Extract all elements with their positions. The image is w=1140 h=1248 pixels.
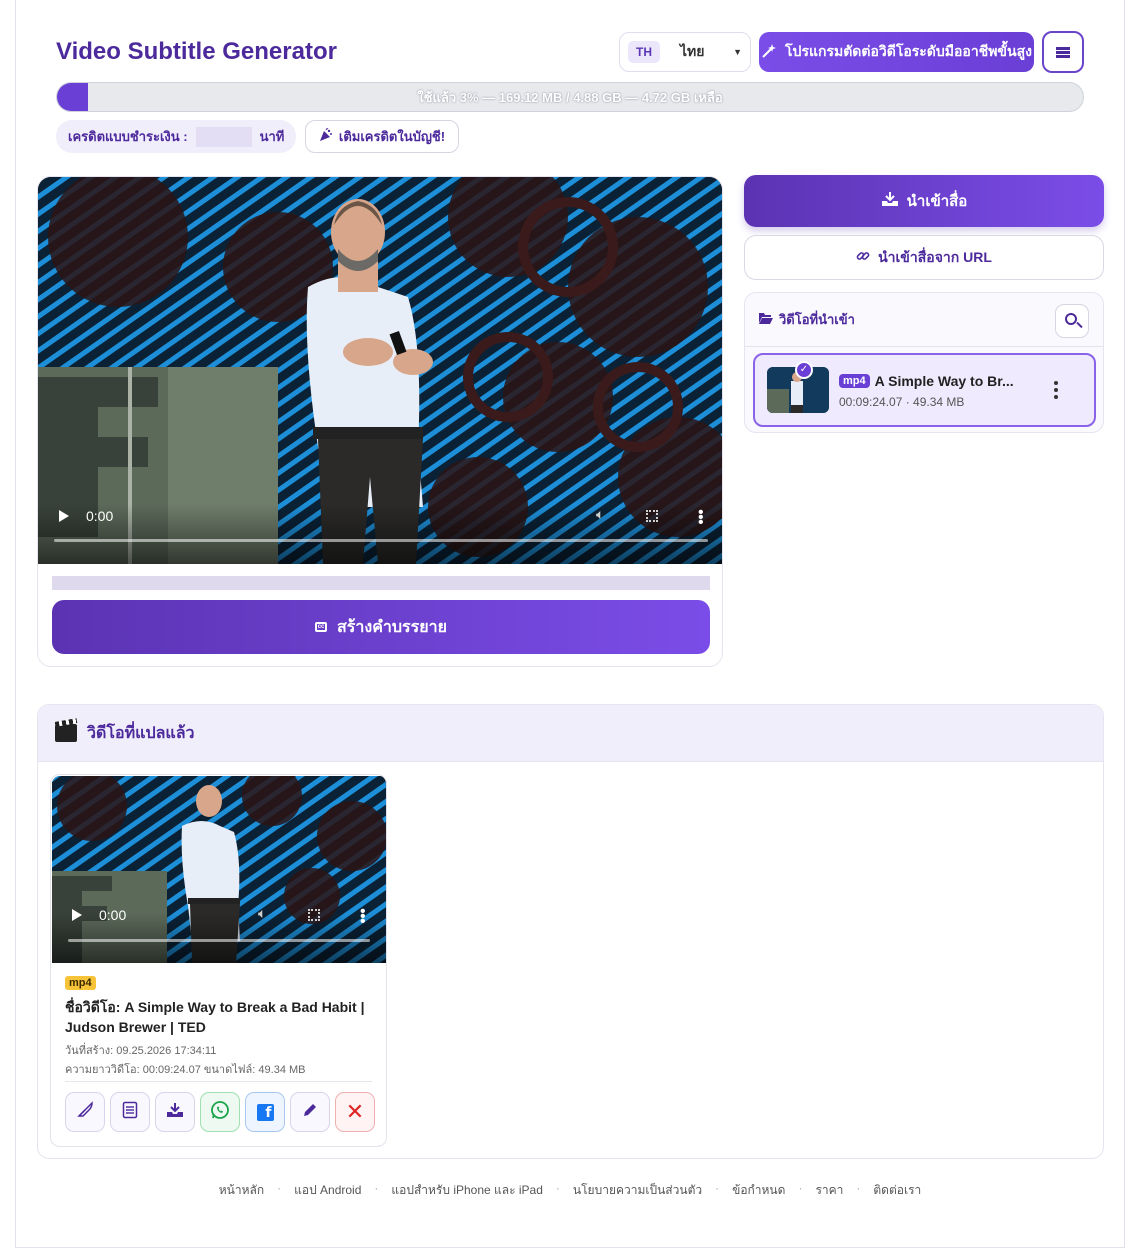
download-button[interactable] [155, 1092, 195, 1132]
video-controls [38, 504, 722, 564]
imported-video-meta: 00:09:24.07 · 49.34 MB [839, 395, 965, 409]
language-code: TH [628, 41, 660, 63]
whatsapp-icon [210, 1100, 230, 1125]
footer-link[interactable]: แอปสำหรับ iPhone และ iPad [391, 1181, 543, 1200]
imported-videos-title: วิดีโอที่นำเข้า [779, 312, 855, 327]
footer-link[interactable]: ราคา [815, 1181, 843, 1200]
fullscreen-icon[interactable] [646, 510, 658, 522]
party-popper-icon [319, 128, 333, 145]
seek-bar[interactable] [54, 539, 708, 542]
document-icon [122, 1101, 138, 1124]
translated-video-card: 0:00 🔈︎ • • • mp4 ชื่อวิดีโอ: A Simple Way… [50, 774, 387, 1147]
translated-videos-title: วิดีโอที่แปลแล้ว [87, 724, 195, 742]
imported-video-item[interactable]: ✓ mp4 A Simple Way to Br... 00:09:24.07 … [753, 353, 1096, 427]
language-select[interactable]: TH ไทย ▼ [619, 32, 751, 72]
imported-video-title-row: mp4 A Simple Way to Br... [839, 373, 1014, 389]
cc-icon: cc [315, 622, 328, 632]
divider [65, 1081, 372, 1082]
credit-unit: นาที [259, 129, 285, 144]
footer-link[interactable]: นโยบายความเป็นส่วนตัว [573, 1181, 702, 1200]
imported-videos-header: วิดีโอที่นำเข้า [745, 293, 1103, 347]
footer-separator: · [555, 1181, 560, 1195]
translated-video-time: 0:00 [99, 907, 127, 923]
import-url-button[interactable]: นำเข้าสื่อจาก URL [744, 235, 1104, 280]
search-button[interactable] [1055, 304, 1089, 338]
subtitle-progress-bar [52, 576, 710, 590]
generate-subtitles-button[interactable]: cc สร้างคำบรรยาย [52, 600, 710, 654]
more-options-icon[interactable]: • • • [360, 904, 366, 930]
clapperboard-icon [55, 724, 77, 742]
app-title: Video Subtitle Generator [56, 38, 337, 65]
storage-usage-text: ใช้แล้ว 3% — 169.12 MB / 4.88 GB — 4.72 … [417, 90, 723, 105]
storage-usage-bar: ใช้แล้ว 3% — 169.12 MB / 4.88 GB — 4.72 … [56, 82, 1084, 112]
checkmark-icon: ✓ [795, 361, 813, 379]
seek-bar[interactable] [68, 939, 370, 942]
download-icon [166, 1102, 184, 1123]
translated-videos-section: วิดีโอที่แปลแล้ว 0:00 🔈︎ • • • mp4 ชื่อวิด… [37, 704, 1104, 1159]
play-icon[interactable] [59, 510, 69, 522]
video-meta: ความยาววิดีโอ: 00:09:24.07 ขนาดไฟล์: 49.… [65, 1064, 306, 1076]
magic-wand-icon [761, 43, 777, 62]
footer-link[interactable]: ข้อกำหนด [732, 1181, 785, 1200]
import-url-label: นำเข้าสื่อจาก URL [878, 248, 992, 265]
footer-separator: · [277, 1181, 282, 1195]
import-media-button[interactable]: นำเข้าสื่อ [744, 175, 1104, 227]
fullscreen-icon[interactable] [308, 909, 320, 921]
menu-button[interactable] [1042, 31, 1084, 73]
delete-button[interactable]: ✕ [335, 1092, 375, 1132]
video-time: 0:00 [86, 508, 114, 524]
share-facebook-button[interactable]: f [245, 1092, 285, 1132]
created-date: วันที่สร้าง: 09.25.2026 17:34:11 [65, 1045, 217, 1057]
generate-subtitles-label: สร้างคำบรรยาย [337, 618, 447, 636]
item-more-icon[interactable] [1054, 381, 1058, 402]
footer-links: หน้าหลัก · แอป Android · แอปสำหรับ iPhone แล… [0, 1181, 1140, 1200]
pencil-icon [301, 1101, 319, 1124]
footer-link[interactable]: แอป Android [294, 1181, 361, 1200]
import-media-label: นำเข้าสื่อ [906, 193, 968, 210]
share-whatsapp-button[interactable] [200, 1092, 240, 1132]
hamburger-icon [1056, 46, 1070, 58]
close-icon: ✕ [345, 1099, 365, 1124]
video-player[interactable]: 0:00 🔈︎ • • • [38, 177, 722, 564]
play-icon[interactable] [72, 909, 82, 921]
footer-separator: · [798, 1181, 803, 1195]
footer-link[interactable]: ติดต่อเรา [873, 1181, 921, 1200]
translated-video-player[interactable]: 0:00 🔈︎ • • • [52, 776, 386, 963]
rename-button[interactable] [290, 1092, 330, 1132]
folder-open-icon [759, 312, 773, 327]
upload-tray-icon [881, 191, 899, 211]
pro-editor-label: โปรแกรมตัดต่อวิดีโอระดับมืออาชีพขั้นสูง [785, 43, 1032, 59]
footer-separator: · [374, 1181, 379, 1195]
edit-subtitles-button[interactable] [65, 1092, 105, 1132]
credit-label: เครดิตแบบชำระเงิน : [68, 129, 188, 144]
pro-editor-button[interactable]: โปรแกรมตัดต่อวิดีโอระดับมืออาชีพขั้นสูง [759, 32, 1034, 72]
volume-icon[interactable]: 🔈︎ [596, 506, 604, 523]
credit-value-placeholder [195, 126, 252, 147]
language-name: ไทย [680, 43, 705, 59]
imported-videos-panel: วิดีโอที่นำเข้า ✓ mp4 A Simple Way to Br… [744, 292, 1104, 433]
link-icon [856, 249, 870, 266]
format-badge: mp4 [839, 374, 870, 388]
card-actions: f ✕ [65, 1092, 375, 1132]
translated-videos-header: วิดีโอที่แปลแล้ว [38, 705, 1103, 762]
imported-video-title: A Simple Way to Br... [874, 373, 1014, 389]
translated-video-title: ชื่อวิดีโอ: A Simple Way to Break a Bad … [65, 999, 365, 1035]
topup-credit-button[interactable]: เติมเครดิตในบัญชี! [305, 120, 459, 153]
footer-link[interactable]: หน้าหลัก [219, 1181, 264, 1200]
feather-pen-icon [76, 1100, 94, 1124]
topup-label: เติมเครดิตในบัญชี! [338, 129, 446, 144]
format-badge: mp4 [65, 976, 96, 990]
more-options-icon[interactable]: • • • [698, 505, 704, 531]
chevron-down-icon: ▼ [733, 47, 742, 57]
video-player-card: 0:00 🔈︎ • • • cc สร้างคำบรรยาย [37, 176, 723, 667]
footer-separator: · [856, 1181, 861, 1195]
transcript-button[interactable] [110, 1092, 150, 1132]
facebook-icon: f [256, 1103, 274, 1121]
volume-icon[interactable]: 🔈︎ [258, 905, 266, 922]
footer-separator: · [715, 1181, 720, 1195]
paid-credit-badge: เครดิตแบบชำระเงิน : นาที [56, 120, 296, 153]
